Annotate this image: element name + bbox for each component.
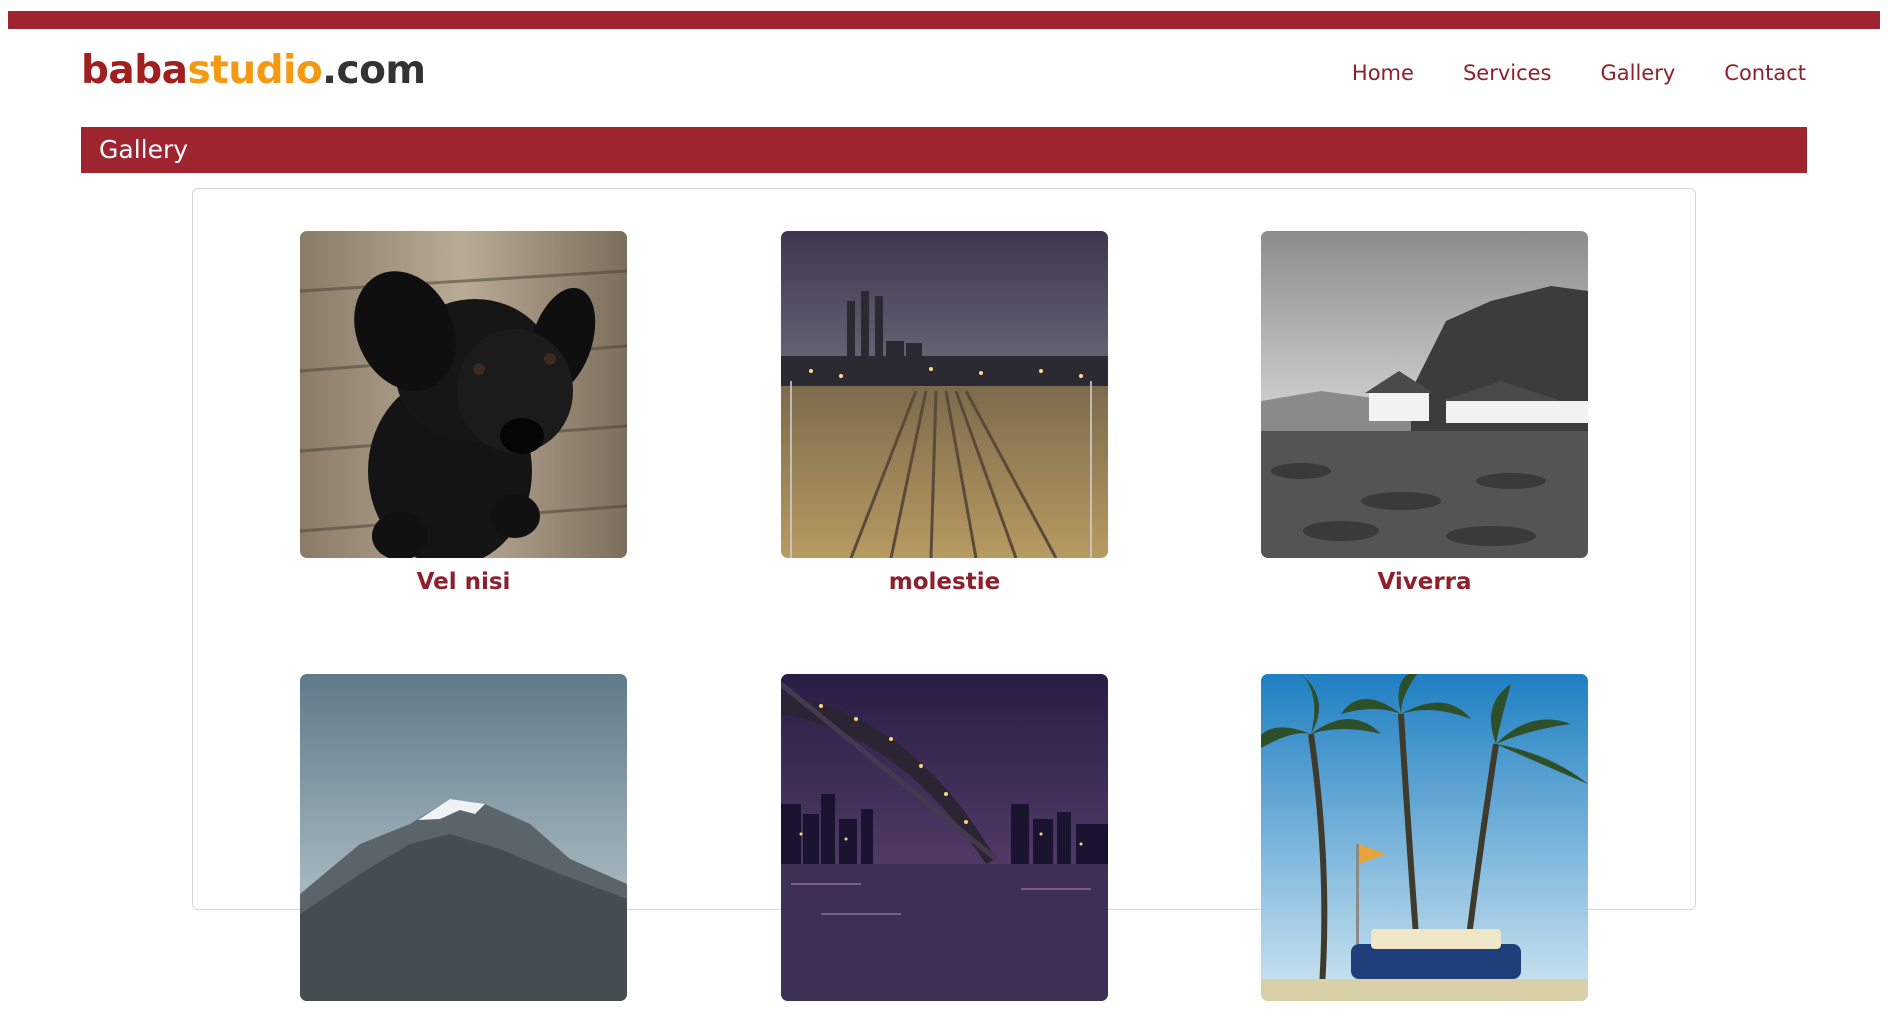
logo-part-studio: studio — [187, 48, 323, 93]
gallery-item[interactable] — [1261, 674, 1588, 1011]
nav-home[interactable]: Home — [1352, 60, 1414, 86]
nav-contact[interactable]: Contact — [1724, 60, 1806, 86]
logo-part-baba: baba — [81, 48, 188, 93]
main-nav: Home Services Gallery Contact — [1352, 60, 1806, 86]
site-logo[interactable]: babastudio.com — [81, 48, 426, 94]
nav-gallery[interactable]: Gallery — [1601, 60, 1676, 86]
gallery-image-bridge[interactable] — [781, 674, 1108, 1001]
gallery-panel: Vel nisi molestie Viverra — [192, 188, 1696, 1001]
gallery-item[interactable] — [781, 674, 1108, 1011]
gallery-image-mountain[interactable] — [300, 674, 627, 1001]
gallery-item[interactable]: Vel nisi — [300, 231, 627, 596]
gallery-caption[interactable]: Viverra — [1261, 568, 1588, 596]
gallery-item[interactable]: molestie — [781, 231, 1108, 596]
section-header: Gallery — [81, 127, 1807, 173]
gallery-item[interactable] — [300, 674, 627, 1011]
gallery-image-palms[interactable] — [1261, 674, 1588, 1001]
gallery-item[interactable]: Viverra — [1261, 231, 1588, 596]
gallery-image-railway[interactable] — [781, 231, 1108, 558]
nav-services[interactable]: Services — [1463, 60, 1552, 86]
gallery-caption[interactable]: molestie — [781, 568, 1108, 596]
section-title: Gallery — [99, 135, 189, 164]
gallery-image-coast[interactable] — [1261, 231, 1588, 558]
top-accent-bar — [8, 11, 1880, 29]
gallery-caption[interactable]: Vel nisi — [300, 568, 627, 596]
gallery-image-dog[interactable] — [300, 231, 627, 558]
logo-part-domain: .com — [322, 48, 426, 93]
